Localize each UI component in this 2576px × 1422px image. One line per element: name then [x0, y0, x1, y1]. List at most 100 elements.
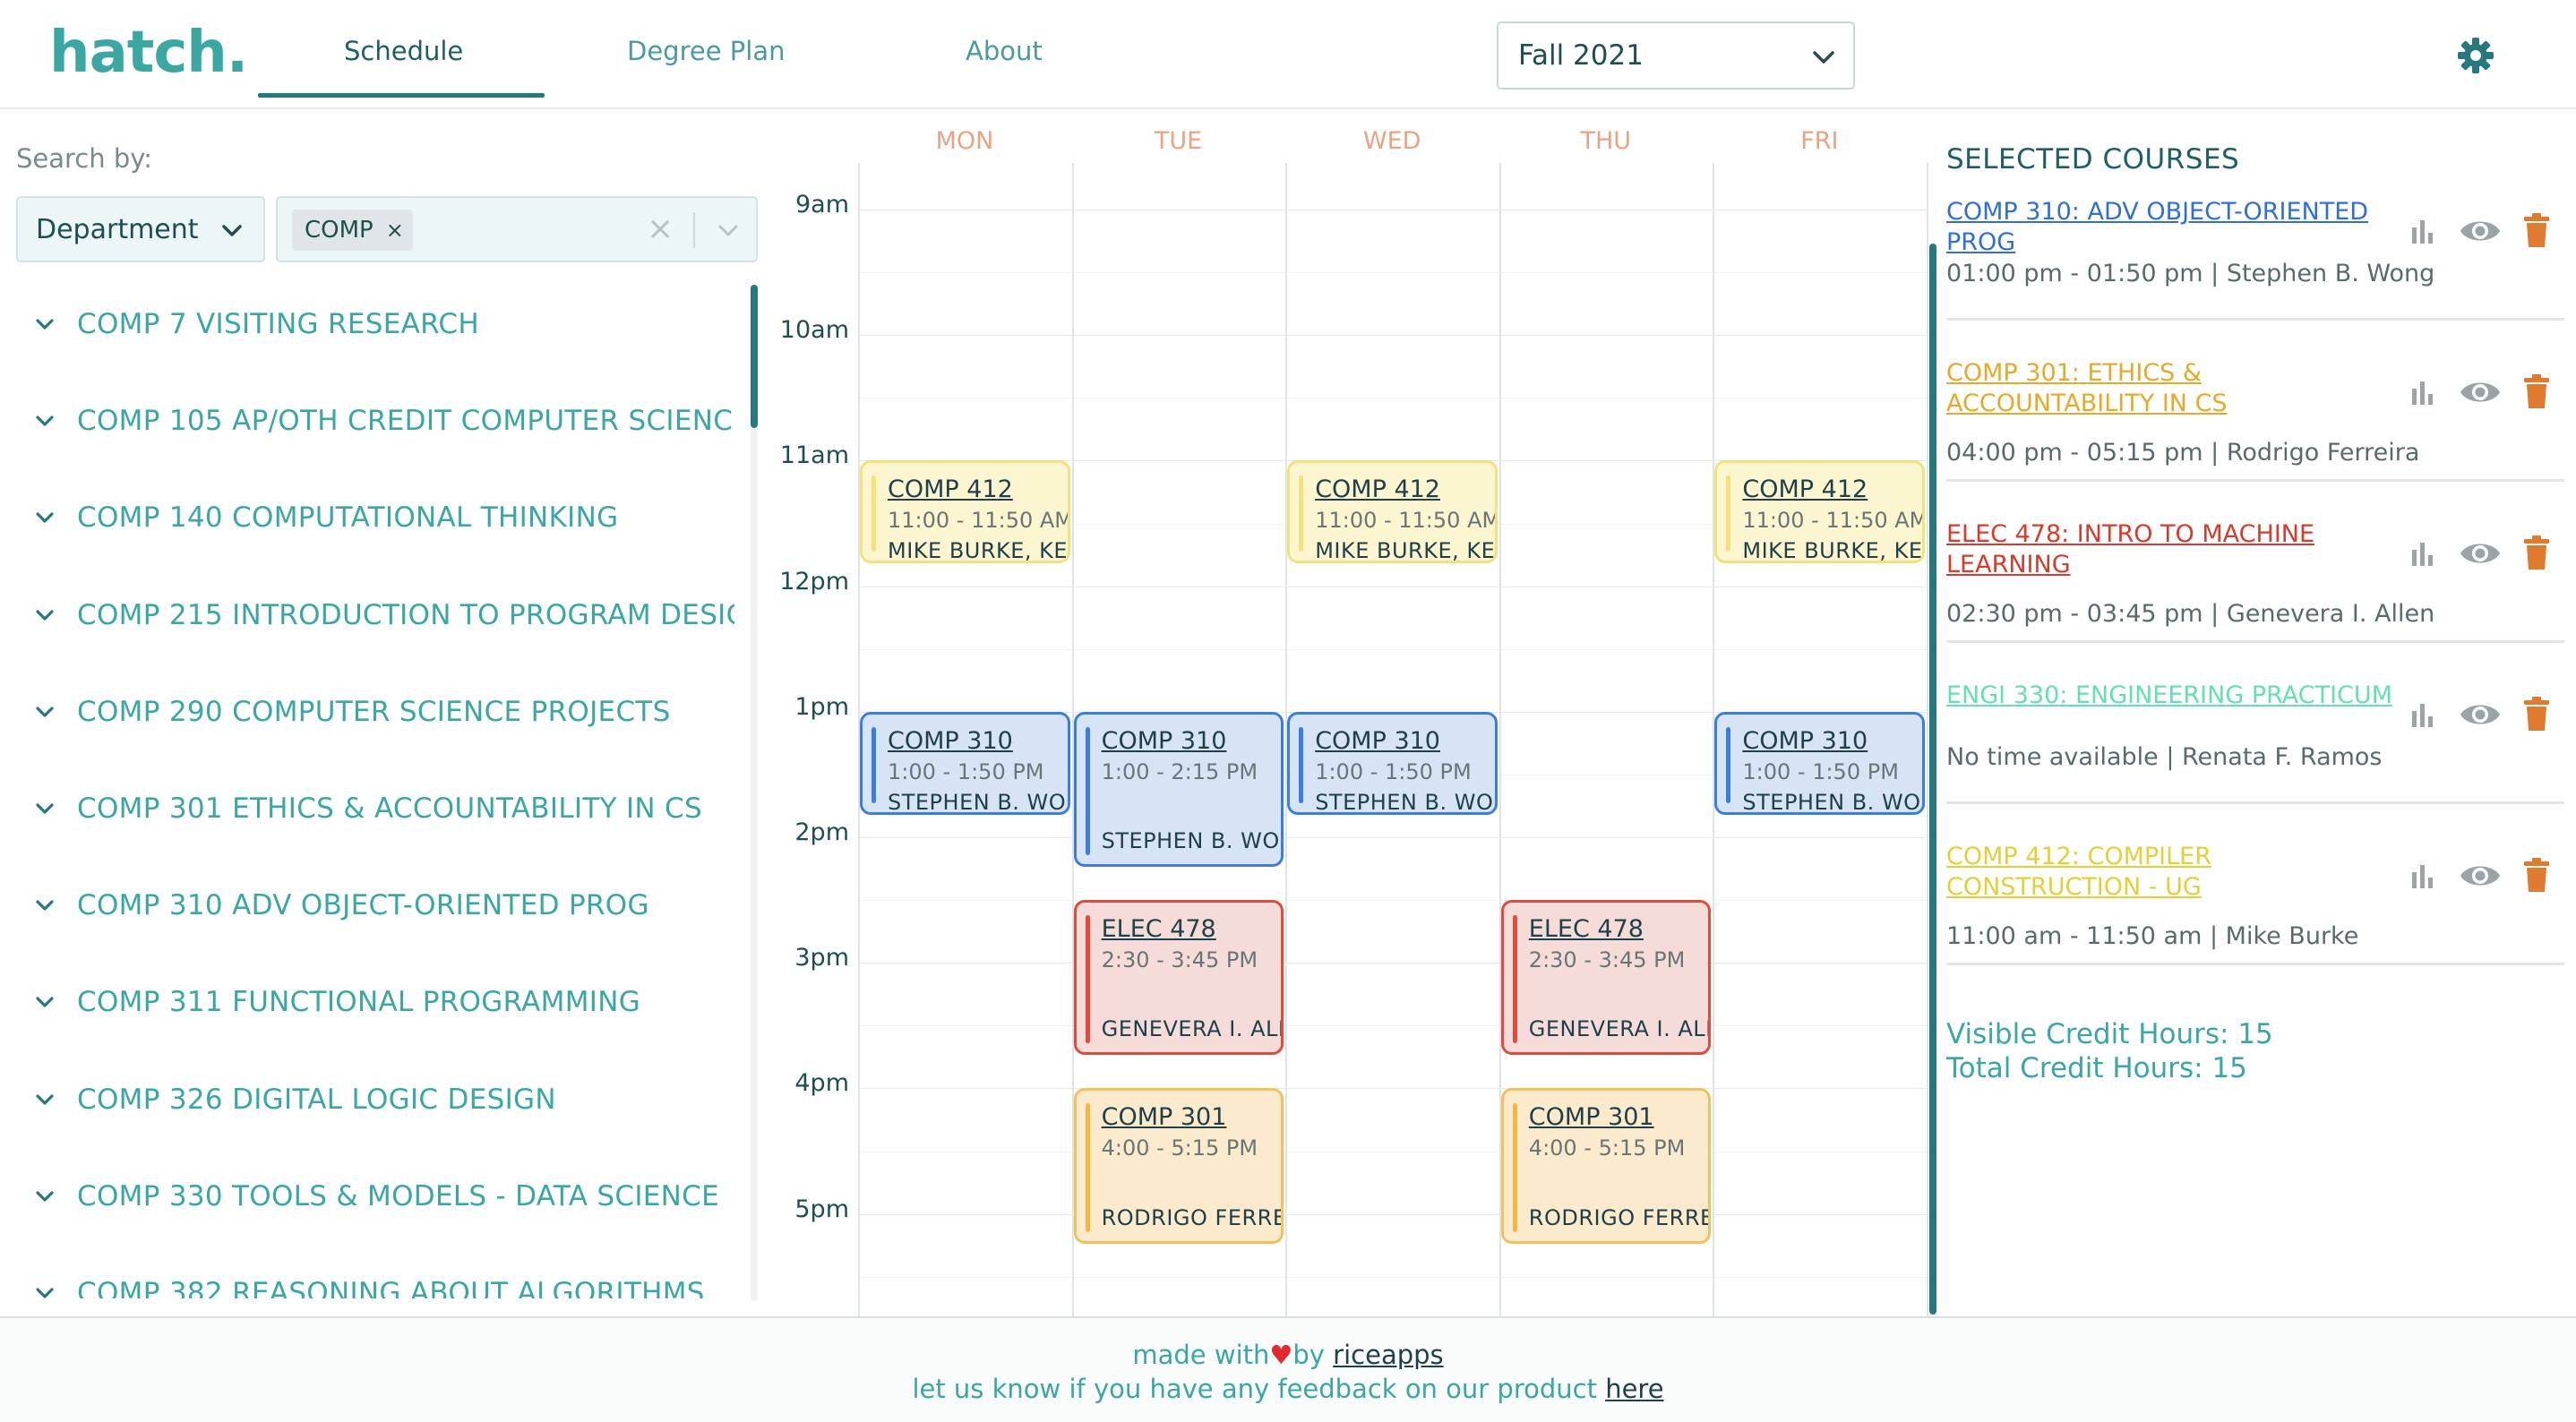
- active-tab-indicator: [258, 93, 545, 98]
- footer: made with♥by riceapps let us know if you…: [0, 1316, 2576, 1422]
- bar-chart-icon[interactable]: [2407, 861, 2437, 892]
- course-list-item[interactable]: COMP 326 DIGITAL LOGIC DESIGN: [34, 1073, 556, 1126]
- course-list-item[interactable]: COMP 215 INTRODUCTION TO PROGRAM DESIGN: [34, 588, 734, 642]
- event-time: 11:00 - 11:50 AM: [888, 508, 1070, 534]
- total-credit-hours: Total Credit Hours: 15: [1946, 1052, 2247, 1084]
- course-event[interactable]: COMP 310 1:00 - 1:50 PM STEPHEN B. WON: [1287, 711, 1498, 815]
- selected-course-actions: [2407, 856, 2564, 895]
- tab-about[interactable]: About: [966, 36, 1043, 66]
- event-time: 1:00 - 1:50 PM: [888, 758, 1044, 784]
- tab-schedule[interactable]: Schedule: [344, 36, 463, 66]
- selected-course-item: ENGI 330: ENGINEERING PRACTICUM No time a…: [1946, 681, 2564, 804]
- time-label: 5pm: [794, 1195, 849, 1223]
- logo[interactable]: hatch.: [49, 20, 248, 86]
- event-instructor: STEPHEN B. WON: [1742, 789, 1925, 815]
- selected-course-item: COMP 310: ADV OBJECT-ORIENTED PROG 01:00 …: [1946, 197, 2564, 321]
- course-event[interactable]: COMP 412 11:00 - 11:50 AM MIKE BURKE, KE: [860, 460, 1070, 564]
- department-multiselect[interactable]: COMP × ×: [276, 196, 758, 262]
- trash-icon[interactable]: [2521, 695, 2552, 732]
- eye-icon[interactable]: [2459, 537, 2502, 570]
- event-time: 4:00 - 5:15 PM: [1101, 1135, 1258, 1161]
- event-course-code: COMP 310: [888, 726, 1013, 755]
- course-event[interactable]: COMP 310 1:00 - 1:50 PM STEPHEN B. WON: [1714, 711, 1925, 815]
- selected-course-item: COMP 301: ETHICS & ACCOUNTABILITY IN CS 0…: [1946, 358, 2564, 482]
- term-select[interactable]: Fall 2021: [1497, 21, 1855, 90]
- eye-icon[interactable]: [2459, 215, 2502, 247]
- credit-hours: Visible Credit Hours: 15 Total Credit Ho…: [1946, 1017, 2273, 1085]
- course-event[interactable]: ELEC 478 2:30 - 3:45 PM GENEVERA I. ALL: [1073, 900, 1284, 1056]
- selected-course-link[interactable]: ENGI 330: ENGINEERING PRACTICUM: [1946, 681, 2394, 711]
- day-header-wed: WED: [1362, 127, 1421, 155]
- bar-chart-icon[interactable]: [2407, 217, 2437, 247]
- time-label: 12pm: [779, 567, 849, 595]
- eye-icon[interactable]: [2459, 860, 2502, 892]
- course-list-item[interactable]: COMP 382 REASONING ABOUT ALGORITHMS: [34, 1266, 705, 1298]
- course-list-item[interactable]: COMP 105 AP/OTH CREDIT COMPUTER SCIENCE: [34, 394, 734, 448]
- bar-chart-icon[interactable]: [2407, 539, 2437, 570]
- hour-gridline: [858, 1213, 1928, 1215]
- gear-icon[interactable]: [2456, 36, 2495, 79]
- riceapps-link[interactable]: riceapps: [1333, 1340, 1443, 1370]
- course-event[interactable]: COMP 301 4:00 - 5:15 PM RODRIGO FERREI: [1073, 1088, 1284, 1244]
- chevron-down-icon: [36, 415, 54, 426]
- course-list-item[interactable]: COMP 310 ADV OBJECT-ORIENTED PROG: [34, 878, 649, 932]
- bar-chart-icon[interactable]: [2407, 378, 2437, 408]
- chevron-down-icon: [36, 900, 54, 911]
- selected-course-info: 04:00 pm - 05:15 pm | Rodrigo Ferreira: [1946, 439, 2420, 467]
- feedback-here-link[interactable]: here: [1605, 1374, 1663, 1404]
- course-list-scroll-thumb[interactable]: [751, 285, 758, 428]
- search-by-label: Search by:: [16, 143, 153, 174]
- trash-icon[interactable]: [2521, 211, 2552, 249]
- selected-course-link[interactable]: COMP 301: ETHICS & ACCOUNTABILITY IN CS: [1946, 358, 2394, 419]
- course-list-item[interactable]: COMP 330 TOOLS & MODELS - DATA SCIENCE: [34, 1169, 719, 1223]
- event-color-bar: [872, 475, 876, 553]
- course-list-item-label: COMP 311 FUNCTIONAL PROGRAMMING: [77, 986, 641, 1019]
- calendar: MON TUE WED THU FRI 9am 10am 11am 12pm 1pm 2pm 3pm 4…: [777, 109, 1936, 1316]
- clear-icon[interactable]: ×: [647, 210, 674, 247]
- selected-course-link[interactable]: ELEC 478: INTRO TO MACHINE LEARNING: [1946, 519, 2394, 580]
- bar-chart-icon[interactable]: [2407, 700, 2437, 731]
- course-event[interactable]: ELEC 478 2:30 - 3:45 PM GENEVERA I. ALL: [1500, 900, 1712, 1056]
- day-header-tue: TUE: [1154, 127, 1203, 155]
- hour-gridline: [858, 1088, 1928, 1090]
- tab-degree-plan[interactable]: Degree Plan: [627, 36, 785, 66]
- time-label: 9am: [794, 191, 849, 218]
- event-time: 1:00 - 1:50 PM: [1315, 758, 1472, 784]
- event-instructor: STEPHEN B. WON: [888, 789, 1070, 815]
- course-event[interactable]: COMP 310 1:00 - 2:15 PM STEPHEN B. WON: [1073, 711, 1284, 868]
- course-event[interactable]: COMP 412 11:00 - 11:50 AM MIKE BURKE, KE: [1287, 460, 1498, 564]
- chevron-down-icon[interactable]: [717, 219, 740, 246]
- eye-icon[interactable]: [2459, 376, 2502, 408]
- course-event[interactable]: COMP 412 11:00 - 11:50 AM MIKE BURKE, KE: [1714, 460, 1925, 564]
- selected-course-link[interactable]: COMP 412: COMPILER CONSTRUCTION - UG: [1946, 842, 2394, 903]
- trash-icon[interactable]: [2521, 856, 2552, 894]
- course-list-item-label: COMP 140 COMPUTATIONAL THINKING: [77, 501, 619, 535]
- course-list-item[interactable]: COMP 140 COMPUTATIONAL THINKING: [34, 491, 618, 544]
- course-list-item[interactable]: COMP 290 COMPUTER SCIENCE PROJECTS: [34, 685, 671, 739]
- search-mode-select[interactable]: Department: [16, 196, 265, 262]
- selected-course-link[interactable]: COMP 310: ADV OBJECT-ORIENTED PROG: [1946, 197, 2394, 258]
- footer-credit: made with♥by riceapps: [0, 1340, 2576, 1370]
- course-event[interactable]: COMP 301 4:00 - 5:15 PM RODRIGO FERREI: [1500, 1088, 1712, 1244]
- course-list-scrollbar[interactable]: [751, 285, 758, 1301]
- event-course-code: COMP 412: [1315, 475, 1440, 504]
- chevron-down-icon: [36, 319, 54, 330]
- event-time: 1:00 - 2:15 PM: [1101, 758, 1258, 784]
- event-time: 11:00 - 11:50 AM: [1315, 508, 1498, 534]
- course-list-item[interactable]: COMP 311 FUNCTIONAL PROGRAMMING: [34, 975, 640, 1029]
- eye-icon[interactable]: [2459, 698, 2502, 731]
- trash-icon[interactable]: [2521, 534, 2552, 571]
- course-list-item[interactable]: COMP 7 VISITING RESEARCH: [34, 297, 479, 351]
- event-course-code: ELEC 478: [1101, 915, 1216, 944]
- selected-course-info: 02:30 pm - 03:45 pm | Genevera I. Allen: [1946, 600, 2435, 628]
- trash-icon[interactable]: [2521, 373, 2552, 410]
- course-list-item[interactable]: COMP 301 ETHICS & ACCOUNTABILITY IN CS: [34, 782, 702, 835]
- event-instructor: STEPHEN B. WON: [1101, 828, 1284, 854]
- course-list-item-label: COMP 310 ADV OBJECT-ORIENTED PROG: [77, 889, 649, 922]
- day-header-fri: FRI: [1800, 127, 1839, 155]
- calendar-scrollbar[interactable]: [1929, 244, 1936, 1315]
- course-list-item-label: COMP 7 VISITING RESEARCH: [77, 308, 479, 340]
- close-icon[interactable]: ×: [386, 218, 404, 243]
- course-event[interactable]: COMP 310 1:00 - 1:50 PM STEPHEN B. WON: [860, 711, 1070, 815]
- selected-courses-title: SELECTED COURSES: [1946, 143, 2240, 176]
